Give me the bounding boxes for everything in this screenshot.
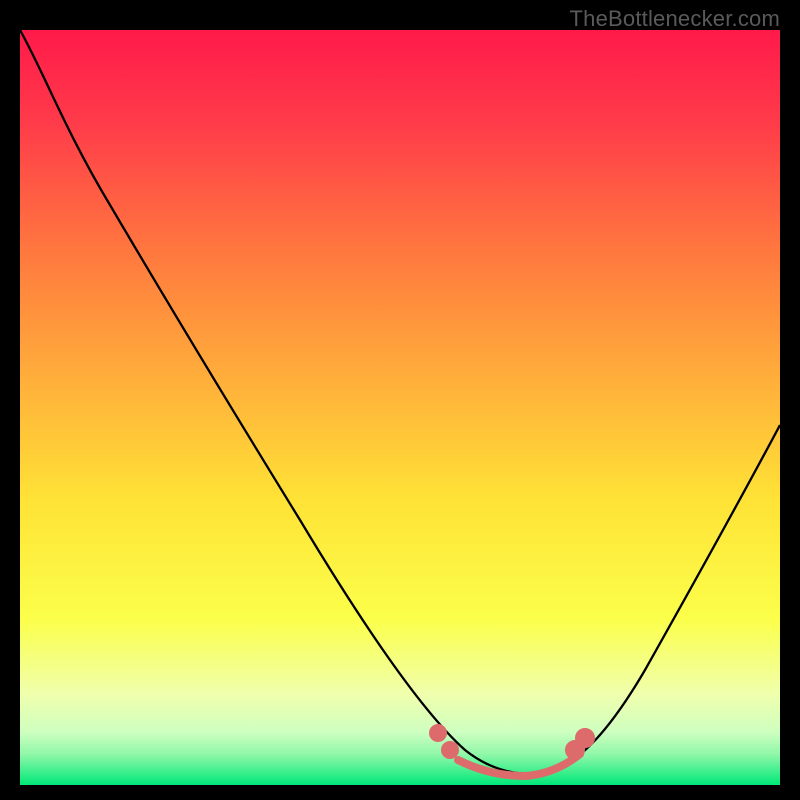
- watermark-text: TheBottlenecker.com: [570, 6, 780, 32]
- chart-area: [20, 30, 780, 785]
- chart-svg: [20, 30, 780, 785]
- gradient-background: [20, 30, 780, 785]
